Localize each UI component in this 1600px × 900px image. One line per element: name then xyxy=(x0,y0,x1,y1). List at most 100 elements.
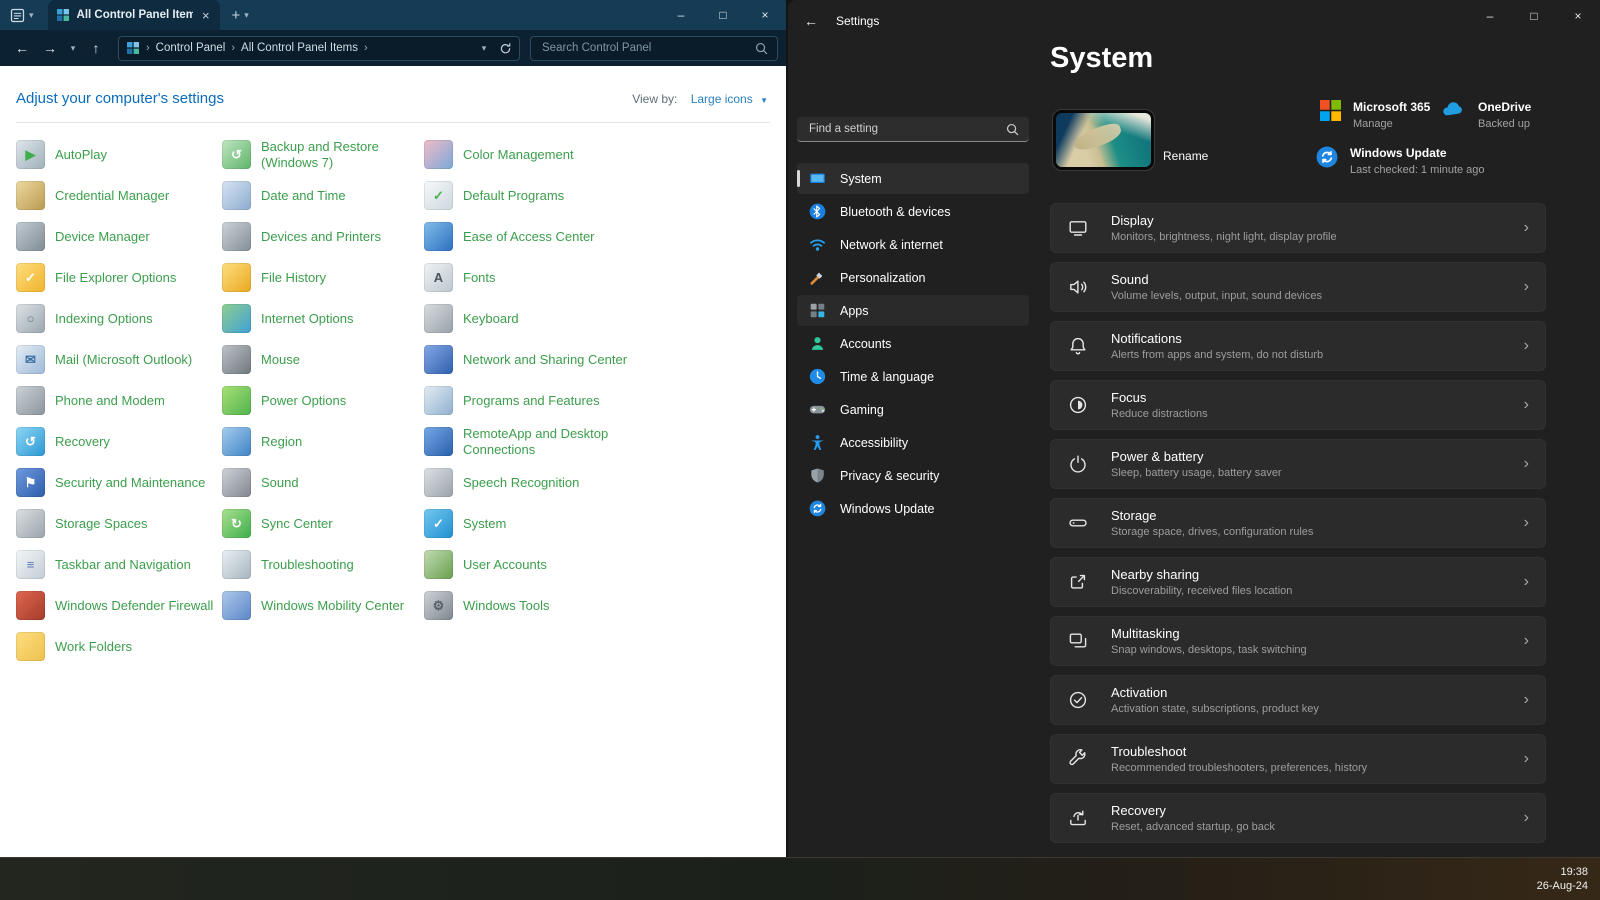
sidebar-item-time-language[interactable]: Time & language xyxy=(797,361,1029,392)
card-storage[interactable]: StorageStorage space, drives, configurat… xyxy=(1050,498,1546,548)
cp-item-fonts[interactable]: AFonts xyxy=(424,257,644,298)
explorer-app-icon[interactable] xyxy=(10,8,25,23)
cp-item-device-manager[interactable]: Device Manager xyxy=(16,216,214,257)
view-by-chevron-icon[interactable]: ▼ xyxy=(760,96,768,105)
card-activation[interactable]: ActivationActivation state, subscription… xyxy=(1050,675,1546,725)
breadcrumb-all-items[interactable]: All Control Panel Items xyxy=(241,42,358,54)
chevron-down-icon[interactable]: ▾ xyxy=(29,10,34,21)
sidebar-item-network[interactable]: Network & internet xyxy=(797,229,1029,260)
cp-item-mail[interactable]: ✉Mail (Microsoft Outlook) xyxy=(16,339,214,380)
sidebar-item-personalization[interactable]: Personalization xyxy=(797,262,1029,293)
find-a-setting-input[interactable] xyxy=(807,122,1006,136)
cp-item-network-sharing[interactable]: Network and Sharing Center xyxy=(424,339,644,380)
cp-item-region[interactable]: Region xyxy=(222,421,418,462)
sidebar-item-apps[interactable]: Apps xyxy=(797,295,1029,326)
card-sound[interactable]: SoundVolume levels, output, input, sound… xyxy=(1050,262,1546,312)
cp-item-file-explorer-options[interactable]: ✓File Explorer Options xyxy=(16,257,214,298)
onedrive-icon xyxy=(1441,100,1466,117)
sidebar-item-accounts[interactable]: Accounts xyxy=(797,328,1029,359)
tab-list-chevron-icon[interactable]: ▾ xyxy=(244,10,249,21)
card-troubleshoot[interactable]: TroubleshootRecommended troubleshooters,… xyxy=(1050,734,1546,784)
breadcrumb-control-panel[interactable]: Control Panel xyxy=(156,42,226,54)
tab-close-icon[interactable]: × xyxy=(200,9,212,22)
card-nearby[interactable]: Nearby sharingDiscoverability, received … xyxy=(1050,557,1546,607)
cp-item-mobility-center[interactable]: Windows Mobility Center xyxy=(222,585,418,626)
cp-item-troubleshooting[interactable]: Troubleshooting xyxy=(222,544,418,585)
taskbar-clock[interactable]: 19:38 26-Aug-24 xyxy=(1537,865,1588,893)
cp-item-user-accounts[interactable]: User Accounts xyxy=(424,544,644,585)
address-bar[interactable]: › Control Panel › All Control Panel Item… xyxy=(118,36,520,61)
maximize-button[interactable]: □ xyxy=(702,0,744,30)
cp-item-windows-tools[interactable]: ⚙Windows Tools xyxy=(424,585,644,626)
card-power[interactable]: Power & batterySleep, battery usage, bat… xyxy=(1050,439,1546,489)
refresh-icon[interactable] xyxy=(499,42,512,55)
cp-item-system[interactable]: ✓System xyxy=(424,503,644,544)
sidebar-item-accessibility[interactable]: Accessibility xyxy=(797,427,1029,458)
explorer-window-controls: – □ × xyxy=(660,0,786,30)
search-icon[interactable] xyxy=(755,42,768,55)
card-focus[interactable]: FocusReduce distractions› xyxy=(1050,380,1546,430)
minimize-button[interactable]: – xyxy=(1468,0,1512,32)
cp-item-internet-options[interactable]: Internet Options xyxy=(222,298,418,339)
onedrive-block[interactable]: OneDrive Backed up xyxy=(1441,100,1531,131)
card-multitasking[interactable]: MultitaskingSnap windows, desktops, task… xyxy=(1050,616,1546,666)
autoplay-icon: ▶ xyxy=(16,140,45,169)
cp-item-recovery[interactable]: ↺Recovery xyxy=(16,421,214,462)
cp-item-power-options[interactable]: Power Options xyxy=(222,380,418,421)
cp-item-security-maintenance[interactable]: ⚑Security and Maintenance xyxy=(16,462,214,503)
forward-button[interactable]: → xyxy=(36,35,64,61)
sidebar-item-gaming[interactable]: Gaming xyxy=(797,394,1029,425)
cp-item-programs-features[interactable]: Programs and Features xyxy=(424,380,644,421)
cp-item-ease-of-access[interactable]: Ease of Access Center xyxy=(424,216,644,257)
cp-item-remoteapp[interactable]: RemoteApp and Desktop Connections xyxy=(424,421,644,462)
up-button[interactable]: ↑ xyxy=(82,35,110,61)
search-input[interactable] xyxy=(540,41,755,55)
page-heading: Adjust your computer's settings xyxy=(16,90,224,107)
address-dropdown-chevron-icon[interactable]: ▾ xyxy=(475,35,493,61)
cp-item-firewall[interactable]: Windows Defender Firewall xyxy=(16,585,214,626)
card-display[interactable]: DisplayMonitors, brightness, night light… xyxy=(1050,203,1546,253)
cp-item-mouse[interactable]: Mouse xyxy=(222,339,418,380)
sidebar-item-privacy[interactable]: Privacy & security xyxy=(797,460,1029,491)
cp-item-label: Mail (Microsoft Outlook) xyxy=(55,352,192,368)
microsoft-365-block[interactable]: Microsoft 365 Manage xyxy=(1320,100,1430,131)
onedrive-subtitle[interactable]: Backed up xyxy=(1478,117,1531,131)
cp-item-label: Security and Maintenance xyxy=(55,475,205,491)
cp-item-keyboard[interactable]: Keyboard xyxy=(424,298,644,339)
new-tab-button[interactable]: + xyxy=(232,7,241,24)
back-arrow-icon[interactable]: ← xyxy=(804,13,818,29)
cp-item-date-time[interactable]: Date and Time xyxy=(222,175,418,216)
cp-item-taskbar-navigation[interactable]: ≡Taskbar and Navigation xyxy=(16,544,214,585)
close-button[interactable]: × xyxy=(744,0,786,30)
cp-item-speech-recognition[interactable]: Speech Recognition xyxy=(424,462,644,503)
maximize-button[interactable]: □ xyxy=(1512,0,1556,32)
view-by-value[interactable]: Large icons xyxy=(691,92,753,106)
cp-item-backup-restore[interactable]: ↺Backup and Restore (Windows 7) xyxy=(222,134,418,175)
cp-item-credential-manager[interactable]: Credential Manager xyxy=(16,175,214,216)
cp-item-indexing-options[interactable]: ○Indexing Options xyxy=(16,298,214,339)
card-notifications[interactable]: NotificationsAlerts from apps and system… xyxy=(1050,321,1546,371)
cp-item-devices-printers[interactable]: Devices and Printers xyxy=(222,216,418,257)
sidebar-item-system[interactable]: System xyxy=(797,163,1029,194)
sidebar-item-windows-update[interactable]: Windows Update xyxy=(797,493,1029,524)
cp-item-sound[interactable]: Sound xyxy=(222,462,418,503)
explorer-tab[interactable]: All Control Panel Items × xyxy=(48,0,220,30)
sidebar-item-bluetooth[interactable]: Bluetooth & devices xyxy=(797,196,1029,227)
windows-update-icon xyxy=(1316,146,1338,168)
cp-item-storage-spaces[interactable]: Storage Spaces xyxy=(16,503,214,544)
cp-item-work-folders[interactable]: Work Folders xyxy=(16,626,214,667)
cp-item-phone-modem[interactable]: Phone and Modem xyxy=(16,380,214,421)
cp-item-default-programs[interactable]: ✓Default Programs xyxy=(424,175,644,216)
rename-button[interactable]: Rename xyxy=(1163,149,1208,163)
back-button[interactable]: ← xyxy=(8,35,36,61)
minimize-button[interactable]: – xyxy=(660,0,702,30)
cp-item-sync-center[interactable]: ↻Sync Center xyxy=(222,503,418,544)
microsoft-365-subtitle[interactable]: Manage xyxy=(1353,117,1430,131)
cp-item-color-management[interactable]: Color Management xyxy=(424,134,644,175)
cp-item-autoplay[interactable]: ▶AutoPlay xyxy=(16,134,214,175)
cp-item-file-history[interactable]: File History xyxy=(222,257,418,298)
card-recovery[interactable]: RecoveryReset, advanced startup, go back… xyxy=(1050,793,1546,843)
recent-locations-chevron-icon[interactable]: ▾ xyxy=(64,35,82,61)
close-button[interactable]: × xyxy=(1556,0,1600,32)
windows-update-block[interactable]: Windows Update Last checked: 1 minute ag… xyxy=(1316,146,1485,177)
